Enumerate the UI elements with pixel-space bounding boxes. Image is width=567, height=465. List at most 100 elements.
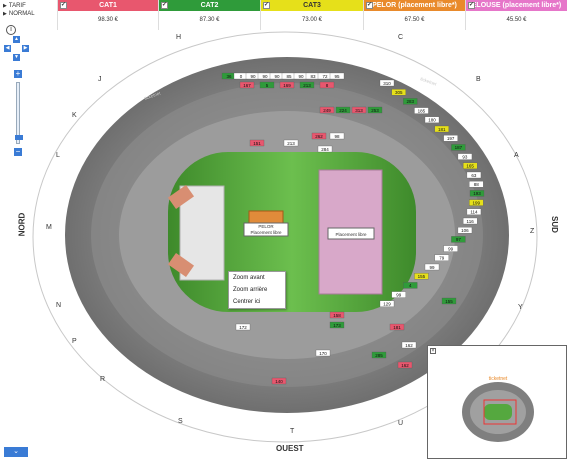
section-badge[interactable]: 93: [457, 153, 473, 160]
menu-zoom-in[interactable]: Zoom avant: [229, 272, 285, 284]
section-badge[interactable]: 187: [451, 144, 466, 151]
section-badge[interactable]: 310: [379, 79, 395, 87]
section-number: 129: [383, 302, 391, 307]
section-number: 181: [393, 325, 401, 330]
section-badge[interactable]: 114: [466, 208, 482, 215]
section-badge[interactable]: 155: [414, 273, 429, 280]
arrow-right-icon[interactable]: ▶: [22, 45, 29, 52]
section-badge[interactable]: 305: [391, 89, 406, 96]
section-number: 72: [322, 74, 328, 79]
section-badge[interactable]: 79: [434, 254, 449, 261]
section-badge[interactable]: 88: [469, 181, 484, 188]
section-number: 305: [395, 90, 403, 95]
section-badge[interactable]: 165: [462, 162, 478, 169]
section-number: 162: [405, 343, 413, 348]
section-badge[interactable]: 99: [391, 291, 406, 298]
section-badge[interactable]: 116: [462, 217, 478, 225]
section-badge[interactable]: 140: [271, 377, 287, 385]
section-badge[interactable]: 158: [329, 311, 345, 319]
section-number: 99: [448, 246, 454, 251]
zoom-knob[interactable]: [15, 135, 23, 140]
section-number: 187: [455, 145, 463, 150]
plus-icon[interactable]: +: [14, 70, 22, 78]
section-badge[interactable]: 262: [311, 132, 327, 140]
dir-a: A: [514, 152, 519, 159]
section-badge[interactable]: 313: [351, 106, 367, 114]
section-badge[interactable]: 106: [457, 227, 473, 234]
section-number: 63: [471, 173, 477, 178]
section-badge[interactable]: 155: [441, 297, 457, 305]
section-badge[interactable]: 167: [239, 81, 255, 89]
section-number: 193: [473, 191, 481, 196]
side-ouest: OUEST: [276, 444, 304, 453]
chevron-down-icon[interactable]: ⌄: [4, 447, 28, 457]
section-number: 155: [418, 274, 426, 279]
section-badge[interactable]: 63: [466, 171, 482, 179]
section-badge[interactable]: 213: [299, 81, 315, 89]
section-badge[interactable]: 181: [434, 125, 449, 133]
zoom-slider[interactable]: + −: [14, 70, 23, 156]
minus-icon[interactable]: −: [14, 148, 22, 156]
section-badge[interactable]: 173: [329, 321, 345, 329]
section-number: 185: [418, 108, 426, 113]
section-badge[interactable]: 99: [443, 245, 458, 252]
info-icon[interactable]: i: [6, 25, 16, 35]
section-badge[interactable]: 95: [329, 72, 345, 80]
section-number: 99: [396, 292, 402, 297]
section-badge[interactable]: 151: [249, 139, 265, 147]
section-number: 36: [226, 74, 232, 79]
section-number: 180: [428, 118, 436, 123]
section-badge[interactable]: 162: [401, 341, 417, 349]
section-badge[interactable]: 97: [451, 236, 466, 243]
minimap-view[interactable]: ticketnet: [428, 346, 567, 460]
section-number: 170: [319, 351, 327, 356]
arrow-down-icon[interactable]: ▼: [13, 54, 20, 61]
section-badge[interactable]: 284: [317, 145, 333, 153]
section-badge[interactable]: 213: [283, 139, 299, 147]
section-badge[interactable]: 4: [403, 282, 418, 289]
section-number: 90: [274, 74, 280, 79]
section-number: 98: [334, 134, 340, 139]
section-badge[interactable]: 129: [379, 300, 395, 307]
section-number: 85: [286, 74, 292, 79]
section-badge[interactable]: 170: [315, 349, 331, 357]
arrow-up-icon[interactable]: ▲: [13, 36, 20, 43]
section-badge[interactable]: 181: [389, 323, 405, 331]
section-number: 158: [333, 313, 341, 318]
section-badge[interactable]: 8: [319, 81, 335, 89]
side-sud: SUD: [549, 216, 559, 233]
section-badge[interactable]: 249: [319, 106, 335, 114]
menu-center[interactable]: Centrer ici: [229, 296, 285, 308]
section-badge[interactable]: 98: [329, 132, 345, 140]
dir-s: S: [178, 418, 183, 425]
fosse-label: Placement libre: [335, 232, 367, 237]
section-badge[interactable]: 224: [335, 106, 351, 114]
section-number: 224: [339, 108, 347, 113]
section-badge[interactable]: 5: [259, 81, 275, 89]
dir-r: R: [100, 376, 106, 383]
dir-l: L: [56, 152, 60, 159]
section-badge[interactable]: 253: [367, 106, 383, 114]
section-badge[interactable]: 99: [424, 263, 440, 271]
dir-k: K: [72, 112, 77, 119]
section-badge[interactable]: 185: [414, 107, 429, 114]
minimap[interactable]: × ticketnet: [427, 345, 567, 459]
pelouse-sub: Placement libre: [250, 230, 282, 235]
section-badge[interactable]: 193: [469, 190, 485, 197]
zoom-track[interactable]: [15, 82, 23, 144]
section-number: 88: [474, 182, 480, 187]
section-badge[interactable]: 197: [443, 135, 458, 142]
section-badge[interactable]: 162: [397, 361, 413, 369]
section-badge[interactable]: 283: [403, 98, 418, 105]
arrow-left-icon[interactable]: ◀: [4, 45, 11, 52]
menu-zoom-out[interactable]: Zoom arrière: [229, 284, 285, 296]
minimap-brand: ticketnet: [489, 376, 508, 382]
section-badge[interactable]: 199: [469, 199, 484, 206]
section-number: 140: [275, 379, 283, 384]
section-badge[interactable]: 169: [279, 81, 295, 89]
minimap-close-icon[interactable]: ×: [430, 348, 436, 354]
section-number: 173: [333, 323, 341, 328]
section-badge[interactable]: 285: [371, 351, 387, 359]
section-badge[interactable]: 172: [235, 323, 251, 331]
section-badge[interactable]: 180: [424, 116, 440, 123]
